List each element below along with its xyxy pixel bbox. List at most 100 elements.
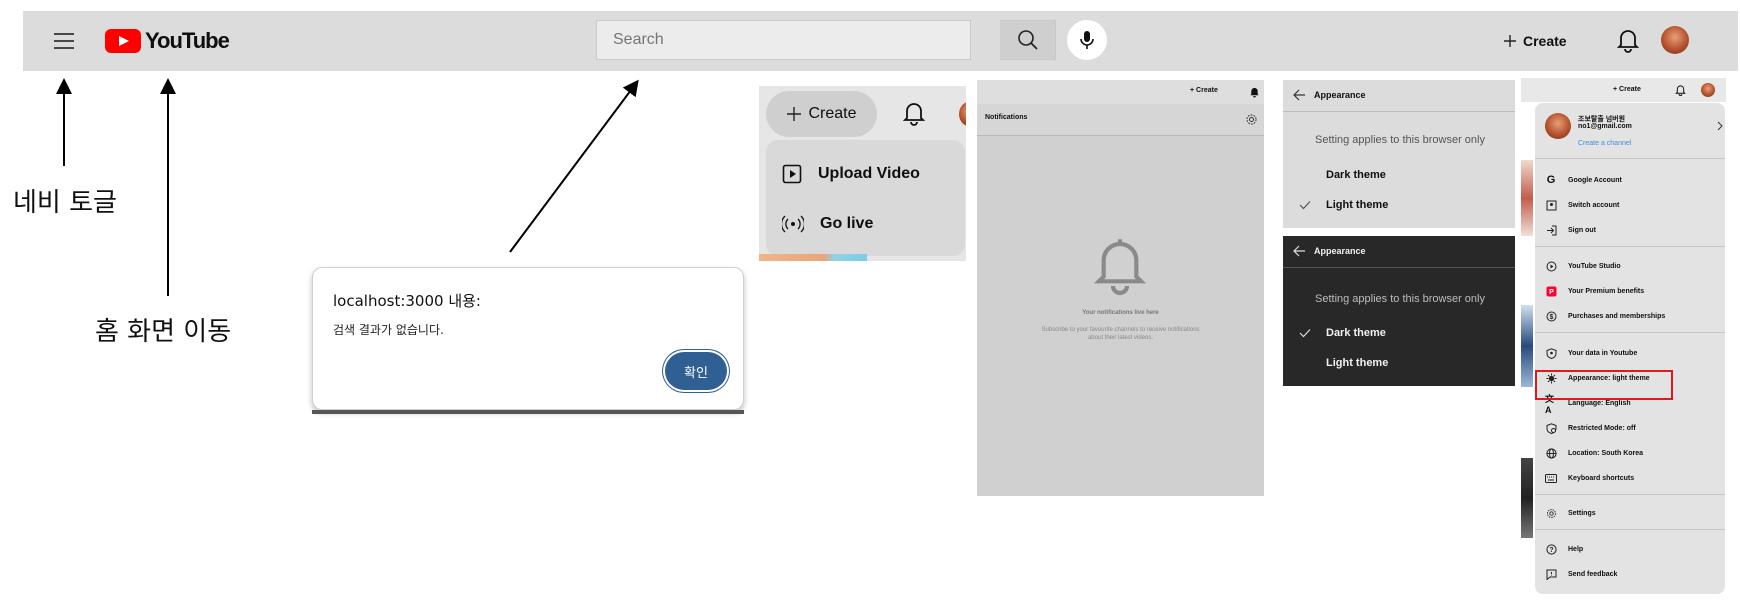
youtube-studio-item[interactable]: YouTube Studio [1545,259,1621,273]
dark-theme-option[interactable]: Dark theme [1326,327,1386,339]
appearance-title: Appearance [1314,246,1366,256]
menu-label: YouTube Studio [1568,262,1621,270]
sign-out-item[interactable]: Sign out [1545,223,1596,237]
avatar[interactable] [1701,83,1715,97]
send-feedback-item[interactable]: Send feedback [1545,567,1617,581]
thumbnail-strip [759,254,867,261]
go-live-label: Go live [820,215,874,232]
appearance-title: Appearance [1314,90,1366,100]
create-channel-link[interactable]: Create a channel [1578,140,1631,147]
your-data-item[interactable]: Your data in Youtube [1545,346,1637,360]
settings-item[interactable]: Settings [1545,506,1596,520]
create-label: Create [1196,87,1218,94]
account-menu: 조보탈출 넘버원 no1@gmail.com Create a channel … [1535,103,1725,594]
create-menu-panel: Create Upload Video Go live [759,86,966,261]
divider [1535,158,1725,159]
account-email: no1@gmail.com [1578,123,1632,130]
divider [1535,494,1725,495]
menu-label: Settings [1568,509,1596,517]
account-avatar [1545,113,1571,139]
menu-label: Your data in Youtube [1568,349,1638,357]
premium-icon: P [1545,285,1557,297]
purchases-item[interactable]: $ Purchases and memberships [1545,309,1665,323]
bell-icon [902,103,926,126]
dialog-shadow-strip [312,410,744,414]
feedback-icon [1545,568,1557,580]
upload-video-item[interactable]: Upload Video [782,154,920,194]
menu-label: Help [1568,545,1584,553]
appearance-panel-dark: Appearance Setting applies to this brows… [1283,236,1515,386]
dialog-message: 검색 결과가 없습니다. [333,323,444,337]
ok-button[interactable]: 확인 [665,352,727,390]
bell-icon[interactable] [1675,84,1686,96]
premium-benefits-item[interactable]: P Your Premium benefits [1545,284,1644,298]
notifications-button[interactable] [902,100,926,126]
avatar[interactable] [959,102,966,126]
alert-dialog: localhost:3000 내용: 검색 결과가 없습니다. 확인 [312,267,744,410]
restricted-icon [1545,422,1557,434]
appearance-panel-light: Appearance Setting applies to this brows… [1283,80,1515,228]
google-icon: G [1546,174,1556,186]
create-label: Create [808,105,857,122]
create-button[interactable]: + Create [1613,86,1641,93]
create-label: Create [1619,86,1641,93]
shield-icon [1545,347,1557,359]
globe-icon [1545,447,1557,459]
check-icon [1299,201,1311,210]
location-item[interactable]: Location: South Korea [1545,446,1643,460]
upload-video-label: Upload Video [818,165,920,182]
keyboard-shortcuts-item[interactable]: Keyboard shortcuts [1545,471,1634,485]
light-theme-option[interactable]: Light theme [1326,357,1388,369]
menu-label: Your Premium benefits [1568,287,1645,295]
appearance-header: Appearance [1283,236,1515,268]
light-theme-option[interactable]: Light theme [1326,199,1388,211]
notif-header: Notifications [977,104,1264,136]
notif-topbar: + Create [977,80,1264,104]
notifications-panel: + Create Notifications Your notification… [977,80,1264,496]
menu-label: Restricted Mode: off [1568,424,1636,432]
upload-video-icon [782,164,802,184]
home-note: 홈 화면 이동 [95,317,232,347]
menu-label: Keyboard shortcuts [1568,474,1635,482]
help-item[interactable]: ? Help [1545,542,1583,556]
thumbnail [1521,305,1533,387]
account-topbar: + Create [1521,78,1726,102]
go-live-icon [782,215,804,233]
create-button[interactable]: Create [766,91,877,137]
chevron-right-icon[interactable] [1717,121,1723,131]
svg-text:?: ? [1549,547,1553,554]
menu-label: Language: English [1568,399,1631,407]
create-button[interactable]: + Create [1190,87,1218,94]
back-arrow-icon[interactable] [1293,89,1306,101]
switch-account-icon [1545,199,1557,211]
menu-label: Google Account [1568,176,1622,184]
gear-icon[interactable] [1245,113,1258,126]
divider [1535,332,1725,333]
appearance-header: Appearance [1283,80,1515,112]
svg-text:P: P [1549,289,1554,296]
bell-icon[interactable] [1249,86,1260,98]
restricted-mode-item[interactable]: Restricted Mode: off [1545,421,1636,435]
plus-icon [787,107,802,121]
dollar-icon: $ [1545,310,1557,322]
highlight-box [1535,370,1673,400]
dark-theme-option[interactable]: Dark theme [1326,169,1386,181]
go-live-item[interactable]: Go live [782,204,873,244]
sign-out-icon [1545,224,1557,236]
search-arrow [509,79,639,253]
switch-account-item[interactable]: Switch account [1545,198,1619,212]
create-dropdown: Upload Video Go live [766,140,965,256]
back-arrow-icon[interactable] [1293,245,1306,257]
appearance-note: Setting applies to this browser only [1315,293,1485,305]
thumbnail [1521,458,1533,538]
studio-icon [1545,260,1557,272]
menu-label: Switch account [1568,201,1620,209]
google-account-item[interactable]: G Google Account [1545,173,1622,187]
menu-label: Sign out [1568,226,1596,234]
dialog-title: localhost:3000 내용: [333,292,481,310]
divider [1535,246,1725,247]
svg-text:$: $ [1549,314,1553,321]
gear-icon [1545,507,1557,519]
menu-label: Location: South Korea [1568,449,1644,457]
notifications-title: Notifications [985,114,1028,121]
